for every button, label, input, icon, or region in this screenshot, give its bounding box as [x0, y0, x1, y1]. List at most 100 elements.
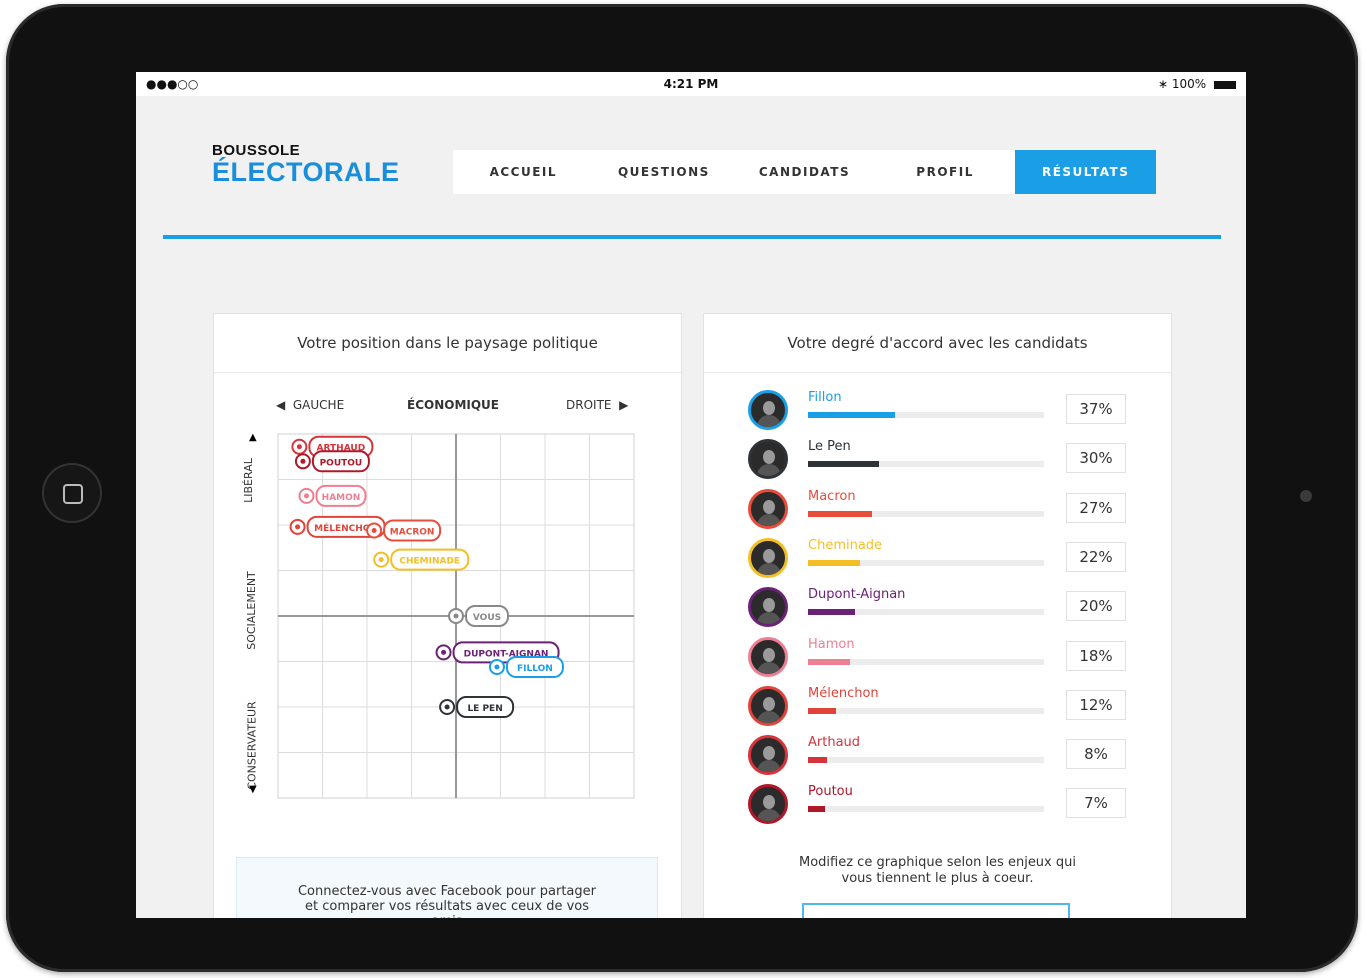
point-dot-dupont-aignan	[441, 649, 447, 655]
candidate-row[interactable]: Arthaud 8%	[748, 735, 1128, 779]
agreement-bar-fill	[808, 806, 825, 813]
candidate-name: Hamon	[808, 636, 855, 652]
label-le-pen: LE PEN	[467, 704, 502, 714]
agreement-bar-fill	[808, 510, 872, 517]
candidate-row[interactable]: Macron 27%	[748, 488, 1128, 533]
status-bar: ●●●○○ 4:21 PM ∗ 100%	[136, 72, 1246, 96]
avatar-head-icon	[763, 598, 775, 613]
battery-indicator: ∗ 100%	[1158, 77, 1236, 91]
avatar-body-icon	[757, 464, 781, 477]
avatar-head-icon	[763, 647, 775, 662]
point-dot-hamon	[303, 493, 309, 499]
up-arrow-icon: ▲	[249, 432, 257, 443]
header-divider	[163, 235, 1221, 239]
bluetooth-icon: ∗	[1157, 77, 1169, 91]
axis-mid-label: SOCIALEMENT	[244, 571, 258, 650]
candidate-row[interactable]: Fillon 37%	[748, 390, 1128, 434]
agreement-bar-fill	[808, 461, 879, 468]
candidate-avatar	[748, 784, 788, 825]
position-chart: ARTHAUDPOUTOUHAMONMÉLENCHON MACRONCHEMINA…	[277, 433, 635, 799]
axis-left-text: GAUCHE	[292, 398, 345, 412]
agreement-bar-track	[808, 559, 1044, 566]
avatar-body-icon	[757, 760, 781, 773]
axis-right-text: DROITE	[566, 398, 612, 412]
agreement-bar-track	[808, 461, 1044, 468]
battery-percent: 100%	[1171, 77, 1207, 91]
candidate-avatar	[748, 390, 788, 430]
candidate-row[interactable]: Cheminade 22%	[748, 537, 1128, 582]
agreement-bar-fill	[808, 757, 827, 764]
main-nav: ACCUEIL QUESTIONS CANDIDATS PROFIL RÉSUL…	[453, 150, 1156, 194]
agreement-percent: 12%	[1066, 689, 1126, 720]
facebook-box[interactable]: Connectez-vous avec Facebook pour partag…	[236, 857, 658, 918]
avatar-head-icon	[763, 746, 775, 761]
avatar-body-icon	[757, 809, 781, 822]
avatar-body-icon	[757, 562, 781, 575]
point-dot-m-lenchon	[295, 524, 301, 530]
avatar-head-icon	[763, 499, 775, 514]
point-dot-le-pen	[444, 704, 450, 710]
label-hamon: HAMON	[322, 493, 361, 503]
nav-accueil[interactable]: ACCUEIL	[453, 150, 594, 194]
avatar-head-icon	[763, 548, 775, 563]
agreement-percent: 22%	[1066, 541, 1126, 572]
candidate-name: Arthaud	[808, 735, 861, 751]
candidate-name: Le Pen	[808, 439, 851, 455]
agreement-percent: 8%	[1066, 739, 1126, 770]
candidate-name: Macron	[808, 488, 856, 504]
candidate-avatar	[748, 488, 788, 529]
avatar-head-icon	[763, 401, 775, 415]
agreement-bar-track	[808, 609, 1044, 616]
candidate-row[interactable]: Poutou 7%	[748, 784, 1128, 828]
home-square-icon	[63, 484, 83, 504]
candidate-row[interactable]: Hamon 18%	[748, 636, 1128, 681]
down-arrow-icon: ▼	[249, 784, 257, 795]
agreement-bar-fill	[808, 412, 896, 418]
nav-resultats[interactable]: RÉSULTATS	[1015, 150, 1156, 194]
home-button[interactable]	[42, 463, 102, 523]
axis-center-label: ÉCONOMIQUE	[407, 398, 499, 412]
axis-right-label: DROITE ▶	[566, 398, 628, 412]
point-dot-fillon	[494, 664, 500, 670]
agreement-bar-fill	[808, 707, 837, 714]
right-arrow-icon: ▶	[619, 398, 629, 412]
agreement-bar-track	[808, 658, 1044, 665]
point-dot-macron	[371, 527, 377, 533]
axis-bottom-label: CONSERVATEUR	[245, 701, 259, 790]
candidate-avatar	[748, 587, 788, 628]
modify-text: Modifiez ce graphique selon les enjeux q…	[799, 855, 1076, 886]
nav-questions[interactable]: QUESTIONS	[594, 150, 735, 194]
candidate-row[interactable]: Mélenchon 12%	[748, 685, 1128, 730]
logo-line-2: ÉLECTORALE	[212, 157, 400, 187]
avatar-head-icon	[763, 696, 775, 711]
agreement-title: Votre degré d'accord avec les candidats	[704, 314, 1171, 373]
candidate-name: Cheminade	[808, 537, 883, 553]
avatar-body-icon	[757, 612, 781, 625]
axis-left-label: ◀ GAUCHE	[276, 398, 344, 412]
site-logo[interactable]: BOUSSOLE ÉLECTORALE	[212, 142, 400, 187]
agreement-bar-fill	[808, 609, 856, 616]
battery-icon	[1214, 80, 1236, 89]
agreement-percent: 37%	[1066, 394, 1126, 424]
agreement-bar-fill	[808, 559, 860, 566]
position-panel: Votre position dans le paysage politique…	[213, 313, 682, 918]
candidate-avatar	[748, 439, 788, 480]
avatar-body-icon	[757, 415, 781, 427]
candidate-row[interactable]: Le Pen 30%	[748, 439, 1128, 483]
candidate-row[interactable]: Dupont-Aignan 20%	[748, 587, 1128, 631]
candidate-name: Mélenchon	[808, 685, 879, 701]
modify-button[interactable]	[802, 903, 1070, 918]
point-dot-cheminade	[378, 557, 384, 563]
agreement-percent: 18%	[1066, 640, 1126, 671]
candidate-avatar	[748, 685, 788, 726]
agreement-bar-fill	[808, 658, 851, 665]
agreement-panel: Votre degré d'accord avec les candidats …	[703, 313, 1172, 918]
point-dot-arthaud	[296, 444, 302, 450]
nav-candidats[interactable]: CANDIDATS	[734, 150, 875, 194]
label-poutou: POUTOU	[320, 458, 363, 468]
nav-profil[interactable]: PROFIL	[875, 150, 1016, 194]
candidate-avatar	[748, 735, 788, 776]
point-dot-poutou	[300, 458, 306, 464]
candidate-avatar	[748, 636, 788, 677]
agreement-bar-track	[808, 510, 1044, 517]
